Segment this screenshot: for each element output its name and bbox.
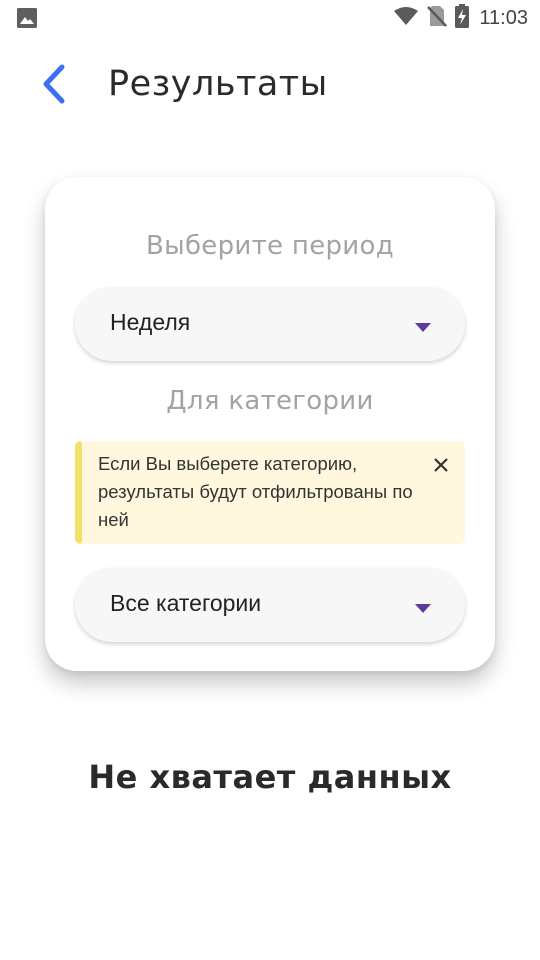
wifi-icon (393, 6, 419, 30)
dropdown-arrow-icon (415, 604, 431, 613)
chevron-left-icon (41, 64, 67, 108)
info-banner: Если Вы выберете категорию, результаты б… (75, 441, 465, 544)
close-icon (433, 457, 449, 477)
dropdown-arrow-icon (415, 323, 431, 332)
app-bar: Результаты (0, 50, 540, 122)
period-label: Выберите период (146, 231, 394, 261)
empty-state-message: Не хватает данных (88, 758, 452, 796)
close-button[interactable] (429, 455, 453, 479)
status-time: 11:03 (479, 6, 528, 29)
battery-charging-icon (455, 4, 470, 32)
image-icon (17, 8, 37, 28)
info-stripe (75, 441, 82, 544)
filter-card: Выберите период Неделя Для категории Есл… (45, 177, 495, 671)
status-bar: 11:03 (0, 0, 540, 36)
category-dropdown[interactable]: Все категории (75, 568, 465, 642)
back-button[interactable] (30, 62, 78, 110)
period-dropdown[interactable]: Неделя (75, 287, 465, 361)
category-dropdown-value: Все категории (110, 590, 262, 616)
category-label: Для категории (166, 386, 374, 416)
info-text: Если Вы выберете категорию, результаты б… (98, 453, 413, 530)
page-title: Результаты (108, 64, 328, 104)
no-sim-icon (427, 5, 448, 31)
period-dropdown-value: Неделя (110, 309, 191, 335)
